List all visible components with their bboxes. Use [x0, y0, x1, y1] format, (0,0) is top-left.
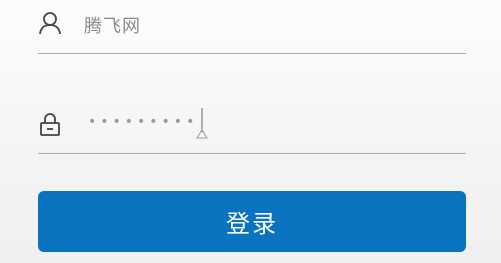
user-icon	[38, 10, 62, 35]
text-cursor-caret	[196, 108, 210, 140]
username-value[interactable]: 腾飞网	[84, 12, 141, 38]
password-field[interactable]: •••••••••	[38, 100, 466, 154]
login-button[interactable]: 登录	[38, 191, 466, 252]
password-masked-value[interactable]: •••••••••	[88, 114, 198, 130]
username-field[interactable]: 腾飞网	[38, 0, 466, 54]
lock-icon	[38, 112, 62, 136]
